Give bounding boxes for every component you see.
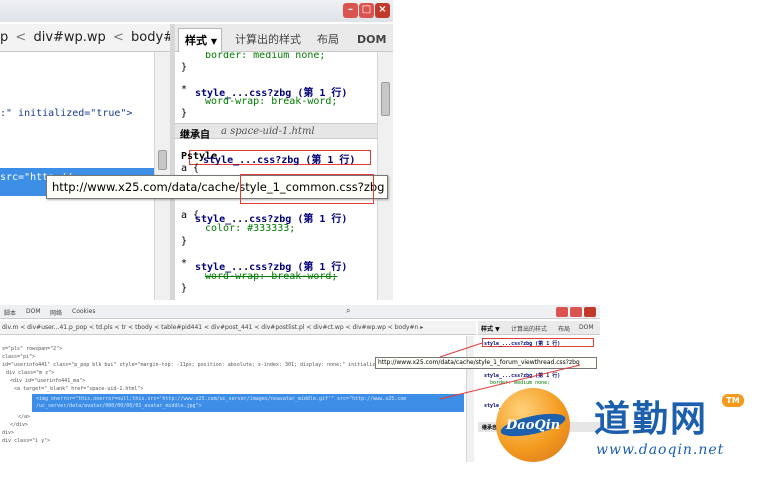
maximize-button[interactable]	[570, 307, 582, 317]
tab-dom[interactable]: DOM	[357, 28, 386, 52]
code-line: class="pi">	[2, 354, 36, 360]
maximize-button[interactable]: □	[359, 3, 374, 18]
scroll-thumb[interactable]	[158, 150, 167, 170]
dropdown-icon: ▼	[210, 37, 217, 46]
tab-computed[interactable]: 计算出的样式	[235, 28, 301, 52]
inherited-header: 继承自 a space-uid-1.html	[175, 123, 377, 141]
search-icon[interactable]: ⌕	[346, 306, 350, 316]
minimize-button[interactable]	[556, 307, 568, 317]
menu-cookies[interactable]: Cookies	[72, 308, 96, 315]
code-line: div>	[2, 430, 15, 436]
code-line: :" initialized="true">	[0, 108, 133, 119]
breadcrumb-path[interactable]: div.m < div#user...41.p_pop < td.pls < t…	[2, 324, 423, 331]
logo-text: 道勤网	[594, 398, 709, 440]
html-breadcrumb: p < div#wp.wp < body#n ▸	[0, 24, 170, 52]
css-property[interactable]: color: #333333;	[205, 223, 295, 234]
tab-style[interactable]: 样式 ▼	[481, 324, 500, 333]
code-line: div class="i y">	[2, 438, 51, 444]
css-property[interactable]: word-wrap: break-word;	[205, 96, 337, 107]
tab-style[interactable]: 样式 ▼	[178, 28, 222, 52]
code-line: div class="m z">	[6, 370, 55, 376]
code-line: s="pls" rowspan="2">	[2, 346, 63, 352]
code-line: </a>	[18, 414, 31, 420]
tab-layout[interactable]: 布局	[558, 324, 570, 333]
daoqin-logo: DaoQin 道勤网 TM www.daoqin.net	[490, 388, 760, 468]
annotation-arrow	[439, 342, 483, 358]
css-property-overridden[interactable]: word-wrap: break-word;	[205, 271, 337, 282]
menu-script[interactable]: 脚本	[4, 308, 16, 317]
close-button[interactable]	[584, 307, 596, 317]
selected-node[interactable]: <img onerror="this.onerror=null;this.src…	[32, 394, 464, 412]
logo-url: www.daoqin.net	[596, 442, 725, 458]
code-line: </div>	[10, 422, 29, 428]
trademark-badge: TM	[722, 394, 744, 407]
highlight-box	[240, 174, 374, 204]
scroll-thumb[interactable]	[381, 82, 390, 116]
tab-layout[interactable]: 布局	[317, 28, 339, 52]
html-breadcrumb: div.m < div#user...41.p_pop < td.pls < t…	[0, 321, 476, 335]
close-button[interactable]: ×	[375, 3, 390, 18]
tab-computed[interactable]: 计算出的样式	[511, 324, 547, 333]
rule-source-link[interactable]: style_...css?zbg (第 1 行)	[203, 151, 355, 166]
inherit-source-link[interactable]: a space-uid-1.html	[221, 126, 315, 137]
tab-dom[interactable]: DOM	[579, 324, 594, 331]
menu-network[interactable]: 网络	[50, 308, 62, 317]
code-line: <a target="_blank" href="space-uid-1.htm…	[14, 386, 144, 392]
code-line: id="userinfo441" class="p_pop blk bui" s…	[2, 362, 406, 368]
breadcrumb-item[interactable]: p	[0, 30, 8, 45]
top-firebug-screenshot: – □ × p < div#wp.wp < body#n ▸ :" initia…	[0, 0, 393, 300]
css-property[interactable]: border: medium none;	[205, 52, 325, 61]
code-line: <div id="userinfo441_ma">	[10, 378, 86, 384]
side-panel-tabs: 样式 ▼ 计算出的样式 布局 DOM	[478, 321, 600, 335]
logo-badge: DaoQin	[496, 388, 570, 462]
minimize-button[interactable]: –	[343, 3, 358, 18]
menu-dom[interactable]: DOM	[26, 308, 41, 315]
side-panel-tabs: 样式 ▼ 计算出的样式 布局 DOM	[175, 24, 393, 52]
title-bar: – □ ×	[0, 0, 393, 22]
menu-bar: 脚本 DOM 网络 Cookies ⌕	[0, 305, 600, 319]
breadcrumb-item[interactable]: div#wp.wp	[33, 30, 105, 45]
html-pane: s="pls" rowspan="2"> class="pi"> id="use…	[0, 336, 470, 462]
breadcrumb-item[interactable]: body#n	[131, 30, 170, 45]
